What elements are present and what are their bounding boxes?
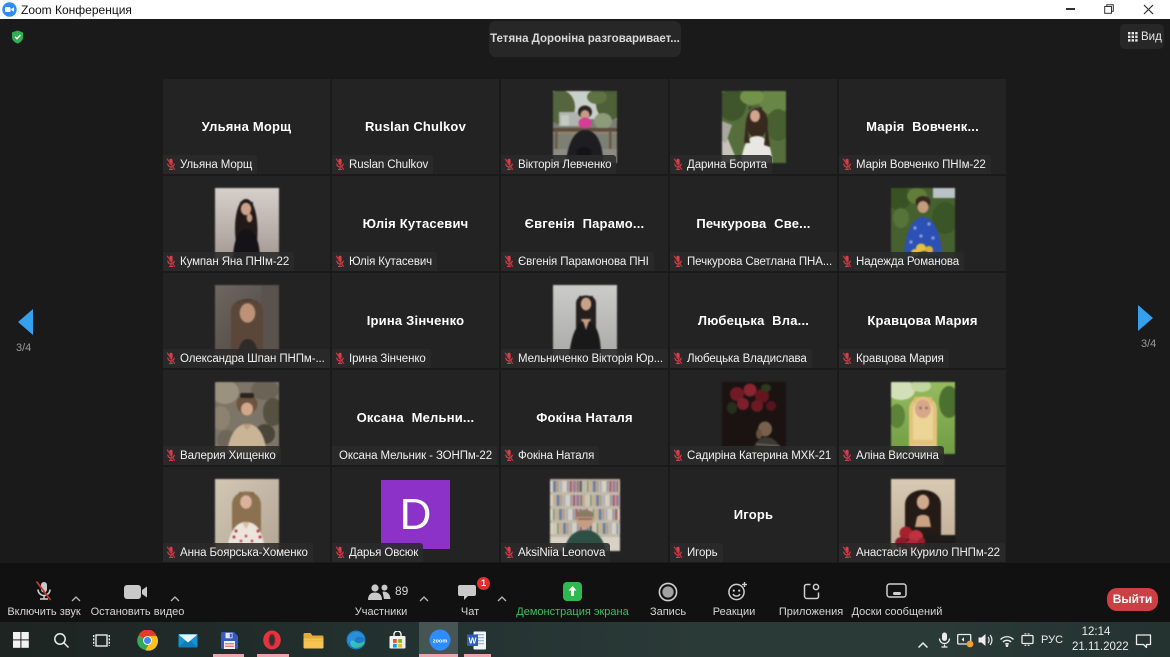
svg-text:W: W <box>468 636 477 646</box>
svg-text:zoom: zoom <box>433 638 448 644</box>
